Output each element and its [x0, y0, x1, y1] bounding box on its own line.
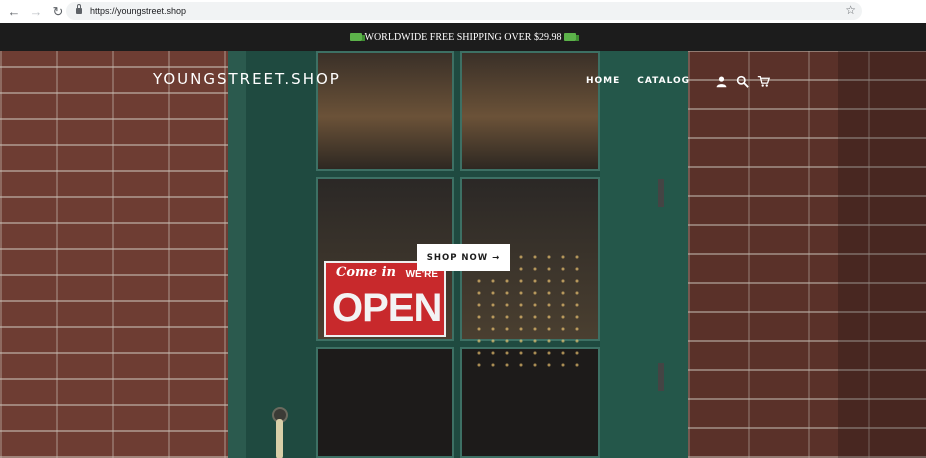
sign-come-in: Come in [336, 265, 396, 280]
door-handle [276, 419, 283, 458]
window-pane [316, 347, 454, 458]
browser-toolbar: ← → ↻ https://youngstreet.shop ☆ [0, 0, 926, 23]
hero-banner: Come in WE'RE OPEN YOUNGSTREET.SHOP HOME… [0, 51, 926, 458]
brick-wall-right [688, 51, 926, 458]
back-button[interactable]: ← [6, 4, 22, 20]
nav-home[interactable]: HOME [586, 76, 620, 86]
window-pane [460, 51, 600, 171]
door-hinge [658, 363, 664, 391]
open-sign: Come in WE'RE OPEN [324, 261, 446, 337]
window-pane [316, 51, 454, 171]
address-bar[interactable]: https://youngstreet.shop ☆ [66, 2, 862, 20]
shop-now-button[interactable]: SHOP NOW → [417, 244, 510, 271]
brick-wall-left [0, 51, 228, 458]
bookmark-star-icon[interactable]: ☆ [845, 3, 856, 17]
main-nav: HOME CATALOG [586, 74, 770, 88]
user-icon[interactable] [714, 74, 728, 88]
door-frame-right [600, 51, 688, 458]
door-frame-left [228, 51, 246, 458]
door-hinge [658, 179, 664, 207]
search-icon[interactable] [735, 74, 749, 88]
truck-icon [349, 33, 365, 41]
sign-open: OPEN [332, 286, 442, 330]
cart-icon[interactable] [756, 74, 770, 88]
site-logo[interactable]: YOUNGSTREET.SHOP [153, 70, 341, 88]
lock-icon [76, 4, 82, 14]
forward-button[interactable]: → [28, 4, 44, 20]
url-text: https://youngstreet.shop [90, 6, 187, 16]
announcement-bar: WORLDWIDE FREE SHIPPING OVER $29.98 [0, 23, 926, 51]
announcement-text: WORLDWIDE FREE SHIPPING OVER $29.98 [364, 31, 562, 43]
truck-icon [564, 33, 580, 41]
reload-button[interactable]: ↻ [50, 4, 66, 20]
nav-catalog[interactable]: CATALOG [637, 76, 690, 86]
